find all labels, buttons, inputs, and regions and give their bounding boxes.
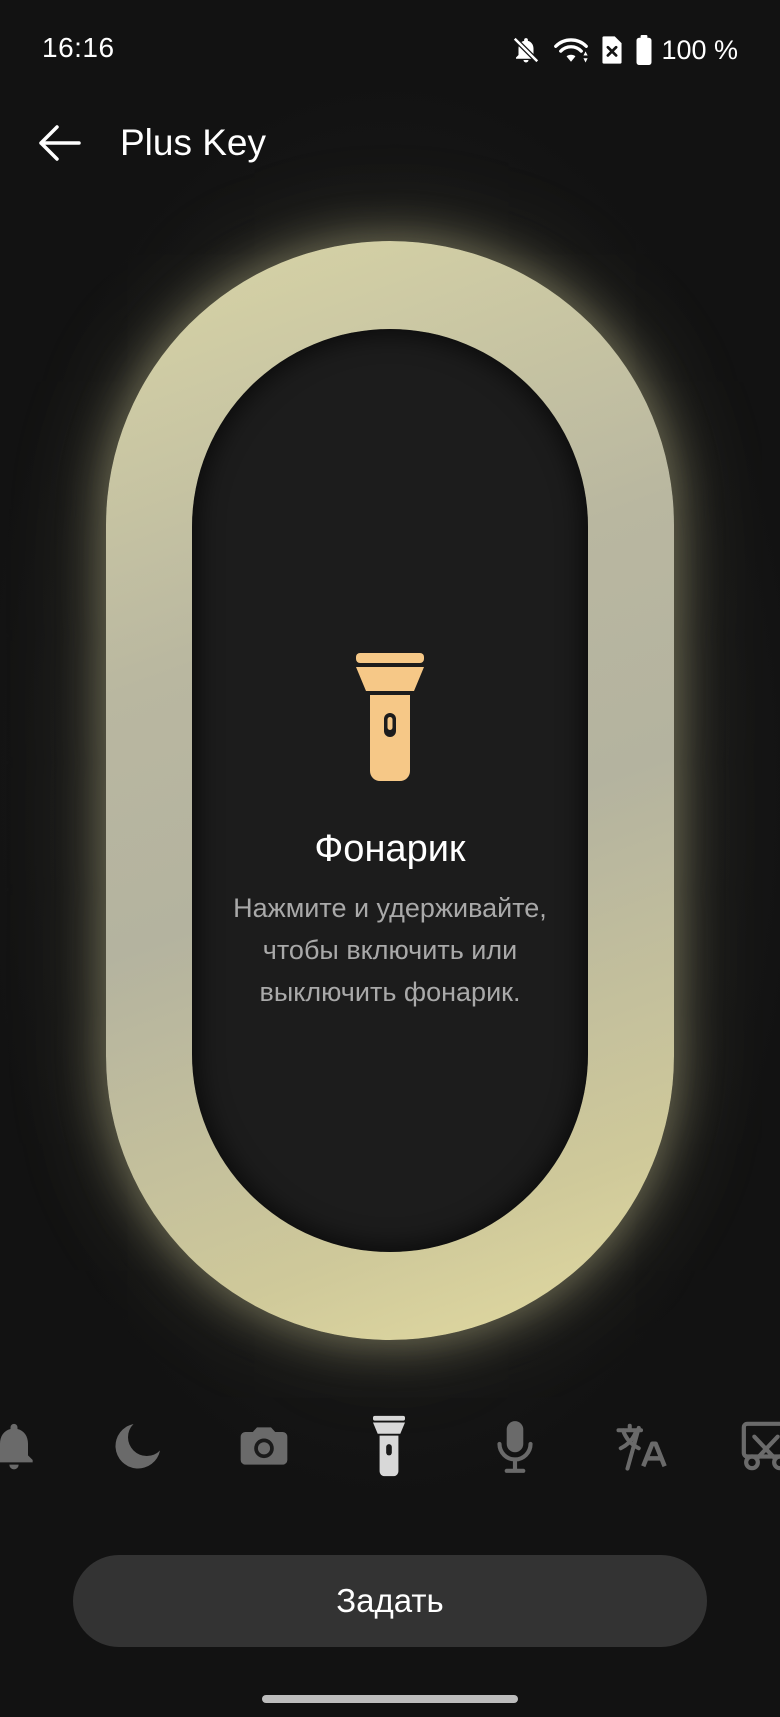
moon-icon [111,1419,165,1478]
camera-icon [236,1418,292,1479]
back-button[interactable] [30,116,88,174]
status-time: 16:16 [42,32,115,63]
microphone-icon [490,1417,540,1480]
bell-icon [0,1418,42,1479]
translate-icon [614,1419,668,1478]
app-bar: Plus Key [0,100,780,190]
battery-percent: 100 % [661,34,738,65]
plus-key-visual[interactable]: Фонарик Нажмите и удерживайте, чтобы вкл… [106,241,674,1340]
battery-icon [635,35,653,65]
no-sim-icon [601,35,623,65]
status-bar: 16:16 100 % [0,0,780,100]
notifications-off-icon [511,35,541,65]
option-microphone[interactable] [477,1410,553,1486]
option-translate[interactable] [603,1410,679,1486]
option-flashlight[interactable] [351,1410,427,1486]
option-bell[interactable] [0,1410,52,1486]
action-title: Фонарик [314,828,466,870]
arrow-left-icon [35,123,83,168]
option-screenshot[interactable] [728,1410,780,1486]
wifi-icon [553,35,589,65]
option-camera[interactable] [226,1410,302,1486]
plus-key-inner: Фонарик Нажмите и удерживайте, чтобы вкл… [192,329,588,1252]
action-options [0,1410,780,1486]
status-icons: 100 % [511,32,738,68]
page-title: Plus Key [120,122,267,163]
screenshot-icon [738,1418,780,1479]
set-button-label: Задать [336,1582,444,1619]
action-description: Нажмите и удерживайте, чтобы включить ил… [233,893,547,1007]
flashlight-icon [356,653,424,781]
flashlight-icon [373,1415,405,1482]
set-button[interactable]: Задать [73,1555,707,1647]
option-moon[interactable] [100,1410,176,1486]
home-indicator[interactable] [262,1695,518,1703]
